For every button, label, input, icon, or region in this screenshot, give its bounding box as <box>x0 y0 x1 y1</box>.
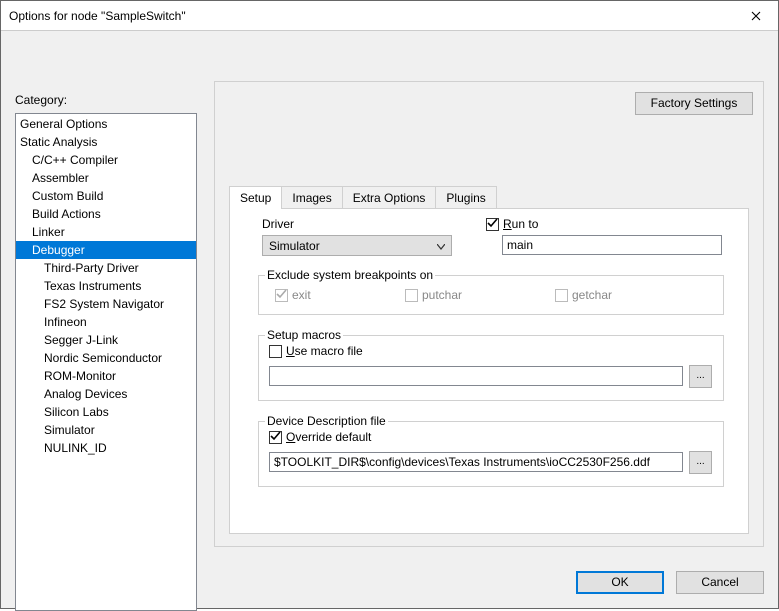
driver-selected-value: Simulator <box>269 239 437 253</box>
category-item[interactable]: Nordic Semiconductor <box>16 349 196 367</box>
category-item[interactable]: Infineon <box>16 313 196 331</box>
category-item[interactable]: Simulator <box>16 421 196 439</box>
ddf-browse-button[interactable]: ... <box>689 451 712 474</box>
run-to-label: Run to <box>503 217 538 231</box>
category-item[interactable]: Static Analysis <box>16 133 196 151</box>
exclude-breakpoints-label: Exclude system breakpoints on <box>265 268 435 282</box>
bp-putchar-checkbox <box>405 289 418 302</box>
override-default-row[interactable]: Override default <box>269 430 371 444</box>
run-to-checkbox[interactable] <box>486 218 499 231</box>
category-item[interactable]: NULINK_ID <box>16 439 196 457</box>
exclude-breakpoints-group: Exclude system breakpoints on exit putch… <box>258 275 724 315</box>
use-macro-row[interactable]: Use macro file <box>269 344 363 358</box>
tab-bar: SetupImagesExtra OptionsPlugins <box>229 186 497 209</box>
tab-panel-setup: Driver Simulator Run to main Exclude sys… <box>229 208 749 534</box>
category-item[interactable]: FS2 System Navigator <box>16 295 196 313</box>
bp-exit-label: exit <box>292 288 311 302</box>
bp-putchar-label: putchar <box>422 288 462 302</box>
ddf-path-input[interactable]: $TOOLKIT_DIR$\config\devices\Texas Instr… <box>269 452 683 472</box>
tab-images[interactable]: Images <box>281 186 342 209</box>
macro-path-input[interactable] <box>269 366 683 386</box>
run-to-checkbox-row[interactable]: Run to <box>486 217 538 231</box>
override-default-label: Override default <box>286 430 371 444</box>
category-item[interactable]: Analog Devices <box>16 385 196 403</box>
bp-getchar-checkbox <box>555 289 568 302</box>
ok-button[interactable]: OK <box>576 571 664 594</box>
chevron-down-icon <box>437 239 445 253</box>
category-item[interactable]: Assembler <box>16 169 196 187</box>
macro-browse-button[interactable]: ... <box>689 365 712 388</box>
tab-setup[interactable]: Setup <box>229 186 282 209</box>
category-item[interactable]: General Options <box>16 115 196 133</box>
driver-dropdown[interactable]: Simulator <box>262 235 452 256</box>
tab-plugins[interactable]: Plugins <box>435 186 496 209</box>
bp-exit-checkbox <box>275 289 288 302</box>
ddf-label: Device Description file <box>265 414 388 428</box>
category-item[interactable]: Custom Build <box>16 187 196 205</box>
right-pane: Factory Settings SetupImagesExtra Option… <box>214 81 764 547</box>
category-item[interactable]: Silicon Labs <box>16 403 196 421</box>
category-item[interactable]: Third-Party Driver <box>16 259 196 277</box>
category-item[interactable]: Build Actions <box>16 205 196 223</box>
use-macro-checkbox[interactable] <box>269 345 282 358</box>
setup-macros-label: Setup macros <box>265 328 343 342</box>
close-button[interactable] <box>734 1 778 30</box>
category-label: Category: <box>15 93 67 107</box>
category-item[interactable]: ROM-Monitor <box>16 367 196 385</box>
category-item[interactable]: Texas Instruments <box>16 277 196 295</box>
override-default-checkbox[interactable] <box>269 431 282 444</box>
tab-extra-options[interactable]: Extra Options <box>342 186 437 209</box>
use-macro-label: Use macro file <box>286 344 363 358</box>
category-list[interactable]: General OptionsStatic AnalysisC/C++ Comp… <box>15 113 197 611</box>
titlebar: Options for node "SampleSwitch" <box>1 1 778 31</box>
bp-putchar-row: putchar <box>405 288 462 302</box>
category-item[interactable]: Linker <box>16 223 196 241</box>
bp-getchar-label: getchar <box>572 288 612 302</box>
window-title: Options for node "SampleSwitch" <box>9 9 734 23</box>
bp-getchar-row: getchar <box>555 288 612 302</box>
factory-settings-button[interactable]: Factory Settings <box>635 92 753 115</box>
ddf-group: Device Description file Override default… <box>258 421 724 487</box>
dialog-body: Category: General OptionsStatic Analysis… <box>1 31 778 608</box>
cancel-button[interactable]: Cancel <box>676 571 764 594</box>
run-to-input[interactable]: main <box>502 235 722 255</box>
close-icon <box>751 11 761 21</box>
bp-exit-row: exit <box>275 288 311 302</box>
category-item[interactable]: C/C++ Compiler <box>16 151 196 169</box>
driver-label: Driver <box>262 217 294 231</box>
category-item[interactable]: Debugger <box>16 241 196 259</box>
setup-macros-group: Setup macros Use macro file ... <box>258 335 724 401</box>
dialog-window: Options for node "SampleSwitch" Category… <box>0 0 779 609</box>
category-item[interactable]: Segger J-Link <box>16 331 196 349</box>
